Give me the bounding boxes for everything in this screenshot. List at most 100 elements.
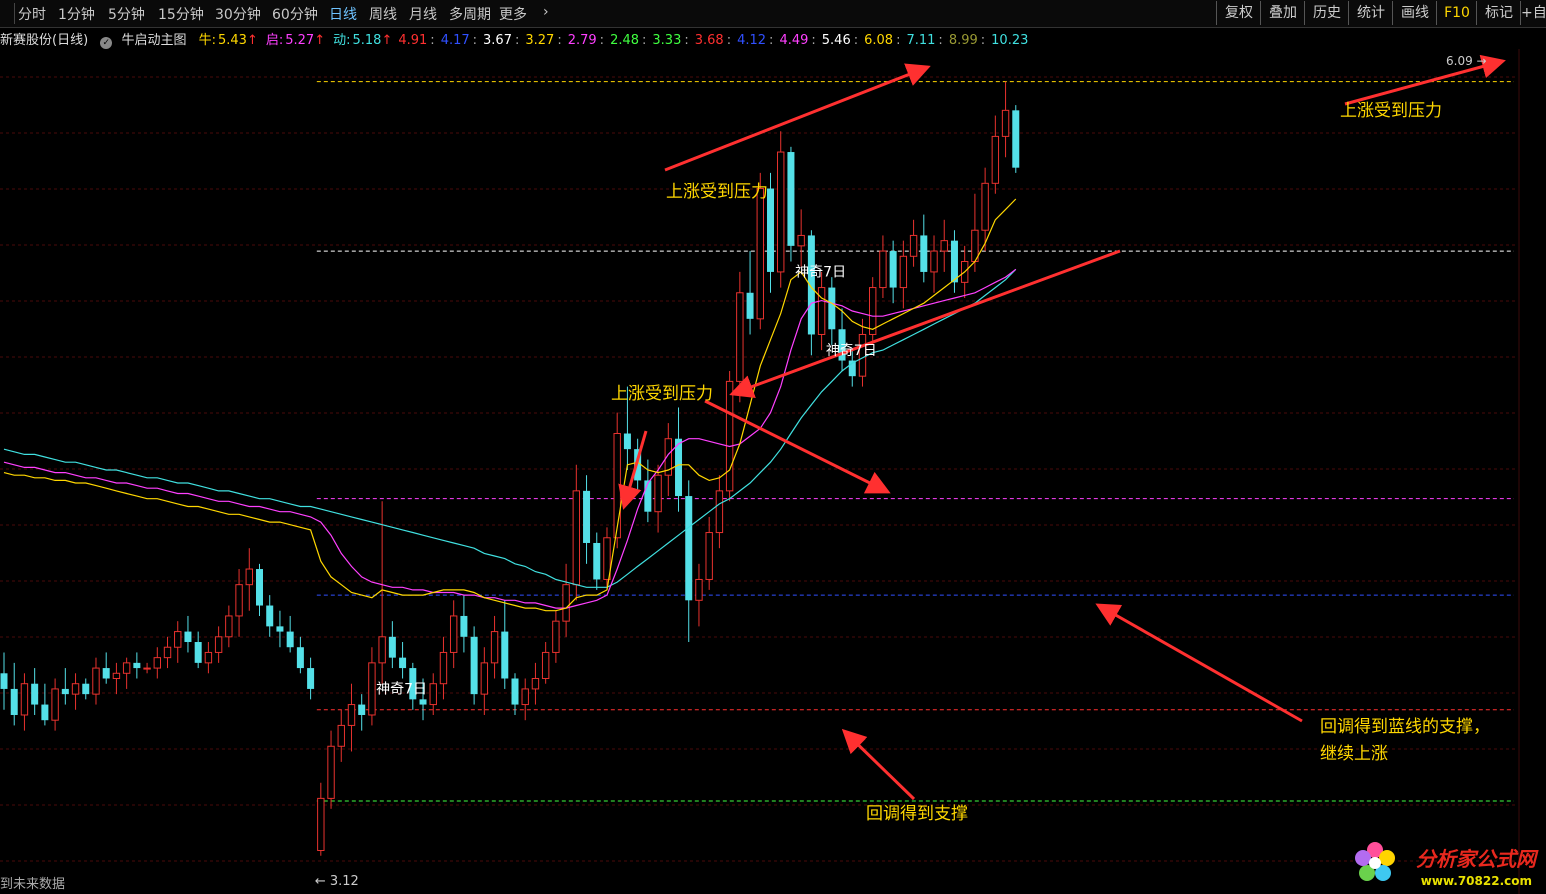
candlestick-chart[interactable]: 上涨受到压力上涨受到压力上涨受到压力回调得到支撑回调得到蓝线的支撑，继续上涨神奇…	[0, 49, 1546, 894]
period-tab-1[interactable]: 1分钟	[58, 4, 95, 24]
legend-sep: :	[684, 33, 689, 48]
annotation-texts: 上涨受到压力上涨受到压力上涨受到压力回调得到支撑回调得到蓝线的支撑，继续上涨神奇…	[315, 54, 1490, 889]
candle-body	[266, 605, 274, 627]
moving-averages	[3, 198, 1017, 612]
more-chevron-icon[interactable]: ›	[543, 4, 549, 20]
legend-value-0: 5.43	[217, 33, 247, 48]
candle-body	[787, 152, 795, 246]
candle-body	[256, 569, 263, 606]
candle-body	[133, 662, 141, 669]
period-tab-4[interactable]: 30分钟	[215, 4, 261, 24]
legend-sep: :	[642, 33, 647, 48]
indicator-toggle-icon[interactable]: ✓	[100, 37, 113, 49]
candle-body	[930, 250, 938, 273]
candle-body	[82, 683, 90, 695]
toolbar-button-5[interactable]: F10	[1436, 1, 1477, 25]
ma-yellow-line	[3, 198, 1017, 612]
candle-body	[337, 724, 345, 747]
legend-sep: :	[853, 33, 859, 48]
legend-sep: :	[472, 33, 478, 48]
candle-body	[235, 584, 243, 617]
candle-body	[644, 480, 652, 512]
candle-body	[214, 636, 223, 653]
candle-body	[552, 620, 560, 653]
watermark-title: 分析家公式网	[1416, 847, 1536, 871]
legend-level-3: 3.27	[525, 33, 555, 48]
candle-body	[480, 662, 489, 695]
up-arrow-icon: ↑	[381, 33, 393, 48]
candle-body	[715, 490, 724, 534]
candle-body	[889, 251, 897, 288]
annotation-arrow-1	[729, 249, 1121, 398]
legend-sep: :	[726, 33, 732, 48]
period-tab-9[interactable]: 多周期	[449, 4, 491, 24]
annotation-arrow-6	[841, 728, 916, 801]
toolbar-button-6[interactable]: 标记	[1476, 1, 1521, 25]
toolbar-button-7[interactable]: +自	[1520, 1, 1546, 25]
period-tab-3[interactable]: 15分钟	[158, 4, 204, 24]
candle-body	[0, 673, 8, 689]
period-tab-6[interactable]: 日线	[329, 4, 357, 24]
candle-body	[869, 287, 877, 335]
legend-level-11: 6.08	[864, 33, 894, 48]
legend-level-10: 5.46	[821, 33, 851, 48]
ma-magenta-line	[3, 268, 1017, 609]
candle-body	[378, 636, 386, 664]
legend-level-14: 10.23	[991, 33, 1029, 48]
candle-body	[756, 188, 764, 320]
candle-body	[899, 255, 908, 289]
candle-body	[71, 683, 80, 695]
legend-level-12: 7.11	[906, 33, 936, 48]
candle-body	[909, 234, 918, 257]
future-data-label: 到未来数据	[0, 877, 66, 892]
indicator-legend: 新赛股份(日线) ✓ 牛启动主图 牛: 5.43↑ 启: 5.27↑ 动: 5.18↑ 4.…	[0, 29, 1028, 49]
candle-body	[92, 667, 100, 695]
period-tab-7[interactable]: 周线	[369, 4, 397, 24]
legend-level-1: 4.17	[440, 33, 470, 48]
toolbar-button-0[interactable]: 复权	[1216, 1, 1261, 25]
legend-sep: :	[896, 33, 901, 48]
period-tab-8[interactable]: 月线	[409, 4, 437, 24]
high-price-label: 6.09 →	[1446, 54, 1487, 68]
watermark-flower-icon	[1352, 840, 1398, 886]
candle-body	[102, 668, 110, 679]
candle-body	[746, 292, 754, 319]
toolbar-button-4[interactable]: 画线	[1392, 1, 1437, 25]
period-tab-5[interactable]: 60分钟	[272, 4, 318, 24]
candle-body	[695, 578, 703, 601]
candle-body	[307, 668, 315, 689]
legend-value-1: 5.27	[285, 33, 315, 48]
indicator-name[interactable]: 牛启动主图	[121, 29, 186, 48]
candle-body	[562, 584, 570, 622]
legend-sep: :	[811, 33, 816, 48]
candle-body	[184, 631, 192, 643]
candle-body	[583, 490, 591, 543]
annotation-arrows	[618, 54, 1506, 801]
candle-body	[725, 380, 734, 492]
candle-body	[449, 615, 458, 653]
candle-body	[296, 647, 304, 669]
candle-body	[204, 651, 213, 664]
candle-body	[122, 662, 131, 674]
toolbar-button-1[interactable]: 叠加	[1260, 1, 1305, 25]
legend-values: 牛: 5.43↑ 启: 5.27↑ 动: 5.18↑ 4.91:4.17:3.67:3.27…	[191, 29, 1029, 48]
candle-body	[470, 636, 478, 695]
period-tab-0[interactable]: 分时	[18, 4, 46, 24]
toolbar-button-3[interactable]: 统计	[1348, 1, 1393, 25]
toolbar-button-2[interactable]: 历史	[1304, 1, 1349, 25]
candle-body	[41, 704, 49, 721]
candle-body	[388, 636, 396, 658]
candle-body	[541, 651, 550, 679]
period-tab-2[interactable]: 5分钟	[108, 4, 145, 24]
candle-body	[245, 568, 253, 586]
legend-level-2: 3.67	[483, 33, 512, 48]
period-tab-10[interactable]: 更多	[499, 4, 527, 24]
annotation-arrow-0	[664, 63, 931, 172]
candle-body	[143, 667, 151, 670]
magic-day-label-1: 神奇7日	[795, 264, 846, 281]
legend-label-2: 动:	[333, 33, 351, 48]
candle-body	[347, 704, 356, 726]
annotation-pressure-2: 上涨受到压力	[611, 384, 713, 404]
candle-body	[439, 651, 448, 685]
candle-body	[654, 474, 662, 513]
